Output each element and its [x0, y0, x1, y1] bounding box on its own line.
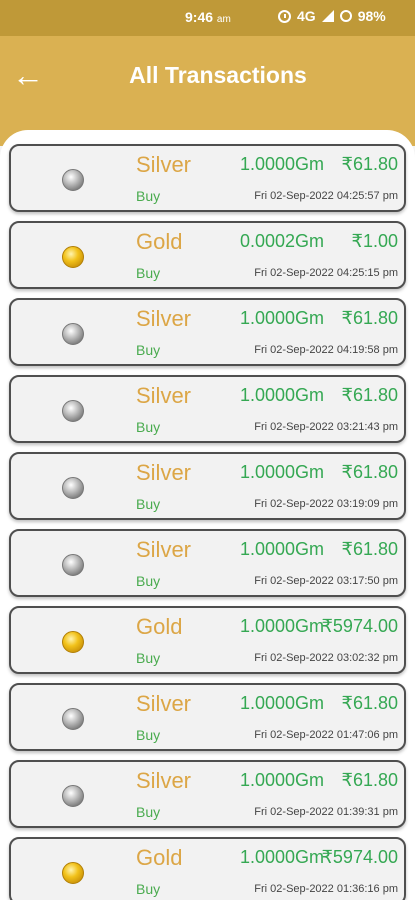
transaction-metal: Gold: [136, 614, 183, 639]
transaction-type: Buy: [136, 188, 161, 204]
transaction-metal: Silver: [136, 306, 192, 331]
transaction-amount: 0.0002Gm: [239, 231, 324, 251]
status-time-value: 9:46: [185, 9, 214, 25]
transaction-price: ₹61.80: [341, 462, 399, 482]
transaction-card[interactable]: Silver 1.0000Gm ₹61.80 Buy Fri 02-Sep-2022 0…: [9, 452, 406, 520]
battery-icon: [339, 10, 352, 22]
silver-coin-icon: [62, 477, 84, 499]
gold-coin-icon: [62, 246, 84, 268]
transaction-date: Fri 02-Sep-2022 03:19:09 pm: [254, 498, 398, 510]
silver-coin-icon: [62, 323, 84, 345]
transaction-price: ₹61.80: [341, 693, 399, 713]
gold-coin-icon: [62, 631, 84, 653]
alarm-icon: [278, 9, 291, 23]
transaction-metal: Silver: [136, 691, 192, 716]
transaction-amount: 1.0000Gm: [239, 462, 324, 482]
transaction-card[interactable]: Gold 1.0000Gm ₹5974.00 Buy Fri 02-Sep-2022 0…: [9, 606, 406, 674]
page-title: All Transactions: [129, 62, 307, 88]
transaction-type: Buy: [136, 419, 161, 435]
transaction-type: Buy: [136, 265, 161, 281]
transaction-type: Buy: [136, 804, 161, 820]
battery-percent: 98%: [357, 8, 386, 24]
transaction-type: Buy: [136, 881, 161, 897]
transaction-card[interactable]: Silver 1.0000Gm ₹61.80 Buy Fri 02-Sep-2022 0…: [9, 760, 406, 828]
network-type: 4G: [297, 8, 316, 24]
transaction-amount: 1.0000Gm: [239, 616, 324, 636]
transaction-amount: 1.0000Gm: [239, 539, 324, 559]
silver-coin-icon: [62, 169, 84, 191]
transaction-card[interactable]: Gold 0.0002Gm ₹1.00 Buy Fri 02-Sep-2022 04:2…: [9, 221, 406, 289]
transaction-type: Buy: [136, 342, 161, 358]
transaction-amount: 1.0000Gm: [239, 308, 324, 328]
transaction-type: Buy: [136, 650, 161, 666]
status-time: 9:46 am: [185, 9, 231, 25]
transaction-card[interactable]: Silver 1.0000Gm ₹61.80 Buy Fri 02-Sep-2022 0…: [9, 298, 406, 366]
status-bar: 9:46 am 4G 98%: [0, 0, 415, 36]
transaction-card[interactable]: Silver 1.0000Gm ₹61.80 Buy Fri 02-Sep-2022 0…: [9, 683, 406, 751]
transaction-date: Fri 02-Sep-2022 01:39:31 pm: [254, 806, 398, 818]
transaction-date: Fri 02-Sep-2022 04:25:15 pm: [254, 267, 398, 279]
transaction-card[interactable]: Gold 1.0000Gm ₹5974.00 Buy Fri 02-Sep-2022 0…: [9, 837, 406, 900]
silver-coin-icon: [62, 554, 84, 576]
transaction-amount: 1.0000Gm: [239, 847, 324, 867]
transaction-date: Fri 02-Sep-2022 03:21:43 pm: [254, 421, 398, 433]
transaction-amount: 1.0000Gm: [239, 154, 324, 174]
transaction-price: ₹1.00: [351, 231, 399, 251]
silver-coin-icon: [62, 708, 84, 730]
transaction-metal: Silver: [136, 460, 192, 485]
silver-coin-icon: [62, 785, 84, 807]
transaction-metal: Silver: [136, 768, 192, 793]
transaction-card[interactable]: Silver 1.0000Gm ₹61.80 Buy Fri 02-Sep-2022 0…: [9, 144, 406, 212]
transaction-type: Buy: [136, 496, 161, 512]
transaction-metal: Gold: [136, 229, 183, 254]
gold-coin-icon: [62, 862, 84, 884]
transaction-metal: Silver: [136, 537, 192, 562]
transaction-price: ₹61.80: [341, 154, 399, 174]
transaction-date: Fri 02-Sep-2022 01:47:06 pm: [254, 729, 398, 741]
transaction-amount: 1.0000Gm: [239, 693, 324, 713]
transaction-price: ₹5974.00: [321, 616, 398, 636]
transaction-price: ₹61.80: [341, 770, 399, 790]
silver-coin-icon: [62, 400, 84, 422]
transaction-price: ₹61.80: [341, 539, 399, 559]
transaction-price: ₹61.80: [341, 385, 399, 405]
transaction-amount: 1.0000Gm: [239, 770, 324, 790]
transaction-metal: Silver: [136, 383, 192, 408]
signal-icon: [321, 10, 334, 22]
transaction-amount: 1.0000Gm: [239, 385, 324, 405]
transaction-card[interactable]: Silver 1.0000Gm ₹61.80 Buy Fri 02-Sep-2022 0…: [9, 529, 406, 597]
transaction-price: ₹5974.00: [321, 847, 398, 867]
transaction-metal: Silver: [136, 152, 192, 177]
status-time-ampm: am: [216, 14, 231, 25]
transaction-date: Fri 02-Sep-2022 03:02:32 pm: [254, 652, 398, 664]
status-icons: 4G 98%: [278, 8, 386, 24]
transaction-type: Buy: [136, 727, 161, 743]
transaction-date: Fri 02-Sep-2022 01:36:16 pm: [254, 883, 398, 895]
transaction-price: ₹61.80: [341, 308, 399, 328]
transactions-panel: Silver 1.0000Gm ₹61.80 Buy Fri 02-Sep-2022 0…: [0, 130, 415, 900]
transaction-date: Fri 02-Sep-2022 03:17:50 pm: [254, 575, 398, 587]
transaction-card[interactable]: Silver 1.0000Gm ₹61.80 Buy Fri 02-Sep-2022 0…: [9, 375, 406, 443]
transaction-date: Fri 02-Sep-2022 04:19:58 pm: [254, 344, 398, 356]
transaction-metal: Gold: [136, 845, 183, 870]
transaction-type: Buy: [136, 573, 161, 589]
transaction-date: Fri 02-Sep-2022 04:25:57 pm: [254, 190, 398, 202]
